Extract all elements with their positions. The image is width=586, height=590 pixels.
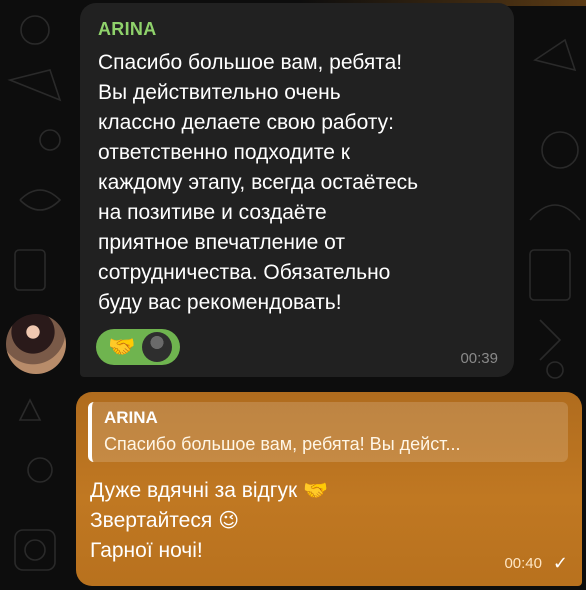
reply-line-2: Звертайтеся 😉: [90, 506, 328, 536]
sender-avatar[interactable]: [6, 314, 66, 374]
message-time: 00:39: [460, 350, 498, 367]
sender-name[interactable]: ARINA: [98, 19, 496, 40]
wink-emoji: 😉: [218, 510, 240, 532]
reply-line-3: Гарної ночі!: [90, 539, 203, 562]
reply-quote[interactable]: ARINA Спасибо большое вам, ребята! Вы де…: [88, 402, 568, 462]
quote-text: Спасибо большое вам, ребята! Вы дейст...: [104, 434, 461, 454]
reaction-pill[interactable]: 🤝: [96, 329, 180, 365]
reply-text: Дуже вдячні за відгук 🤝 Звертайтеся 😉 Гарн…: [90, 476, 328, 566]
reply-line-1-text: Дуже вдячні за відгук: [90, 479, 298, 502]
outgoing-message-bubble[interactable]: ARINA Спасибо большое вам, ребята! Вы де…: [76, 392, 582, 586]
reply-line-2-text: Звертайтеся: [90, 509, 213, 532]
incoming-message-bubble[interactable]: ARINA Спасибо большое вам, ребята! Вы де…: [80, 3, 514, 377]
reactor-avatar: [142, 332, 172, 362]
handshake-emoji: 🤝: [303, 480, 329, 502]
message-text: Спасибо большое вам, ребята! Вы действит…: [98, 51, 419, 314]
reply-line-1: Дуже вдячні за відгук 🤝: [90, 476, 328, 506]
handshake-emoji: 🤝: [108, 334, 136, 359]
single-check-icon: ✓: [552, 553, 568, 573]
quote-sender-name: ARINA: [104, 408, 158, 427]
message-time: 00:40: [504, 555, 542, 572]
